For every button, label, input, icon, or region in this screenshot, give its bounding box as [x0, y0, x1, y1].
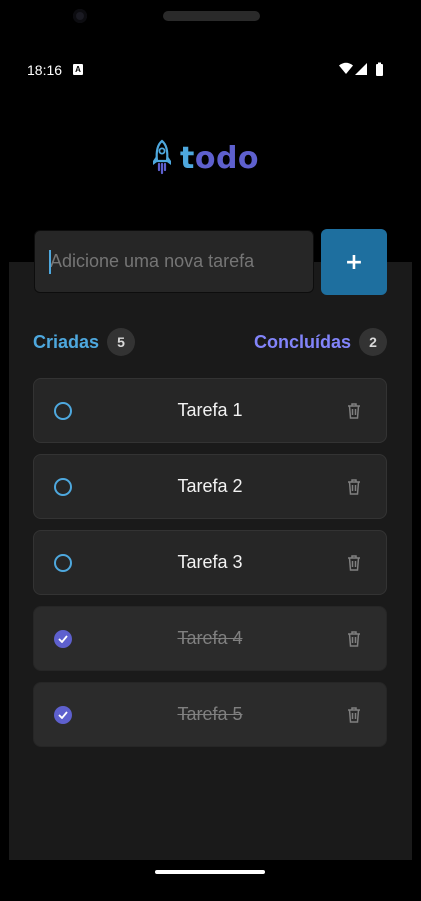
front-camera [73, 9, 87, 23]
earpiece-speaker [163, 11, 260, 21]
a-box-icon: A [73, 64, 83, 75]
task-title: Tarefa 1 [177, 400, 243, 420]
task-checkbox[interactable] [54, 554, 72, 572]
task-title: Tarefa 3 [177, 552, 243, 572]
add-task-button[interactable]: + [321, 229, 387, 295]
app-logo: todo [150, 138, 259, 178]
task-checkbox[interactable] [54, 402, 72, 420]
task-title: Tarefa 5 [177, 704, 243, 724]
done-label: Concluídas [253, 331, 351, 352]
status-icons [339, 62, 383, 76]
trash-icon[interactable] [346, 706, 362, 724]
check-icon [58, 711, 68, 719]
wifi-icon [339, 62, 353, 74]
created-count-badge: 5 [107, 328, 136, 356]
battery-icon [376, 62, 383, 76]
task-item-completed: Tarefa 4 [33, 606, 387, 671]
task-checkbox-checked[interactable] [54, 630, 72, 648]
trash-icon[interactable] [346, 630, 362, 648]
app-title: todo [180, 140, 260, 176]
status-time: 18:16 [27, 62, 63, 78]
trash-icon[interactable] [346, 554, 362, 572]
home-indicator[interactable] [155, 870, 265, 874]
text-caret [49, 250, 51, 274]
task-item-completed: Tarefa 5 [33, 682, 387, 747]
done-counter: Concluídas 2 [254, 327, 387, 357]
task-checkbox-checked[interactable] [54, 706, 72, 724]
task-item: Tarefa 2 [33, 454, 387, 519]
trash-icon[interactable] [346, 478, 362, 496]
task-item: Tarefa 1 [33, 378, 387, 443]
created-counter: Criadas 5 [33, 327, 136, 357]
new-task-input[interactable] [34, 230, 314, 293]
phone-screen: 18:16 A todo + Criadas 5 Conclu [0, 0, 421, 901]
rocket-icon [153, 139, 171, 175]
task-item: Tarefa 3 [33, 530, 387, 595]
signal-icon [355, 63, 367, 75]
done-count-badge: 2 [359, 328, 387, 356]
task-checkbox[interactable] [54, 478, 72, 496]
check-icon [58, 635, 68, 643]
created-label: Criadas [33, 331, 100, 352]
task-title: Tarefa 4 [177, 628, 243, 648]
trash-icon[interactable] [346, 402, 362, 420]
task-title: Tarefa 2 [177, 476, 243, 496]
